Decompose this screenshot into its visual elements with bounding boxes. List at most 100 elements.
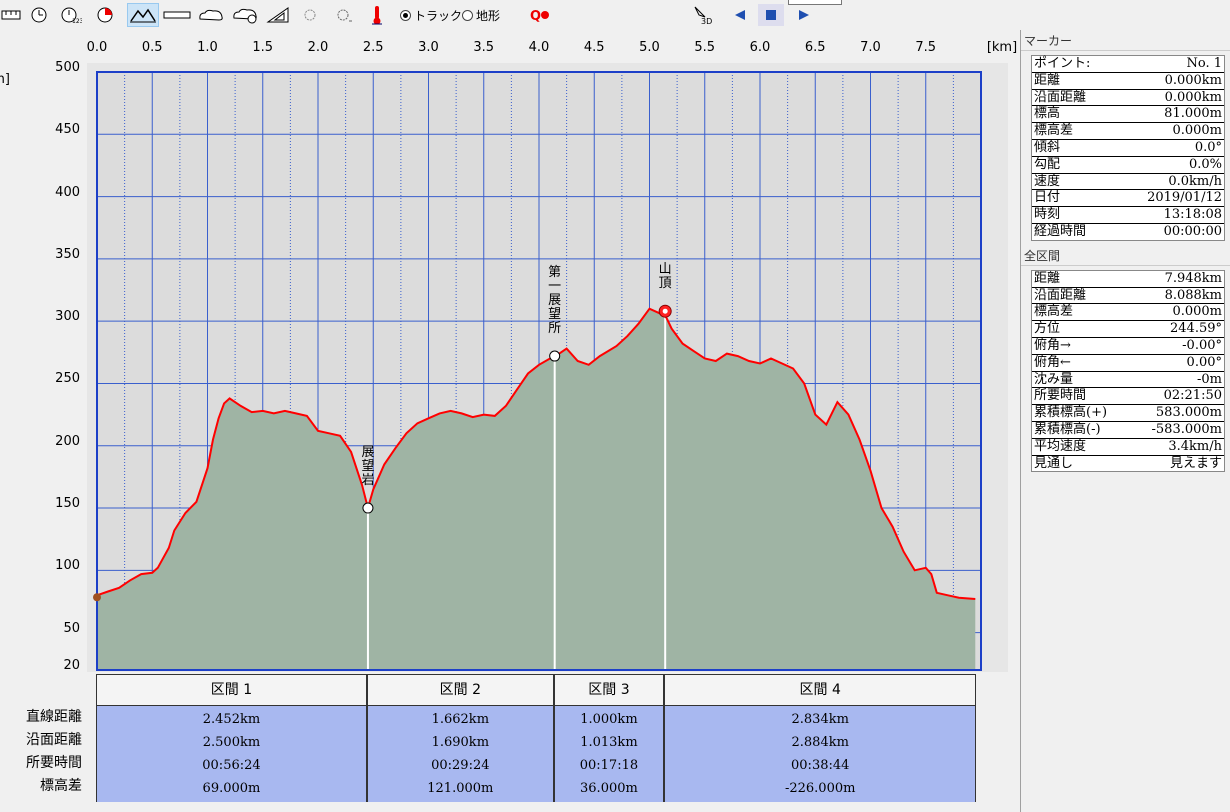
property-label: 速度 xyxy=(1034,173,1061,189)
segment-column[interactable]: 区間 4 2.834km 2.884km 00:38:44 -226.000m xyxy=(664,674,977,802)
track-radio[interactable]: トラック xyxy=(400,7,462,24)
property-value: -0m xyxy=(1197,371,1222,387)
terrain-radio-label: 地形 xyxy=(476,9,501,23)
property-label: 沿面距離 xyxy=(1034,287,1087,303)
segment-row-label: 直線距離 xyxy=(26,709,82,725)
property-row: 俯角← 0.00° xyxy=(1032,355,1224,372)
property-row: 傾斜 0.0° xyxy=(1032,140,1224,157)
clock-icon[interactable] xyxy=(28,4,50,26)
property-row: 平均速度 3.4km/h xyxy=(1032,439,1224,456)
segment-body: 1.662km 1.690km 00:29:24 121.000m xyxy=(367,706,553,802)
property-value: 81.000m xyxy=(1164,106,1222,122)
segment-cell: 1.690km xyxy=(431,735,490,750)
segment-column[interactable]: 区間 3 1.000km 1.013km 00:17:18 36.000m xyxy=(553,674,665,802)
rewind-icon[interactable] xyxy=(728,4,752,26)
property-label: 経過時間 xyxy=(1034,223,1087,239)
segment-row-label: 沿面距離 xyxy=(26,732,82,748)
segment-cell: 2.452km xyxy=(202,712,261,727)
waypoint-marker xyxy=(362,502,374,514)
property-value: -583.000m xyxy=(1151,421,1222,437)
property-label: ポイント: xyxy=(1034,56,1091,71)
segment-cell: 00:17:18 xyxy=(579,758,639,773)
triangle-ruler-icon[interactable] xyxy=(264,4,292,26)
property-row: 沈み量 -0m xyxy=(1032,372,1224,389)
3d-label: 3D xyxy=(701,17,712,25)
property-value: 0.000km xyxy=(1164,72,1222,88)
property-row: 見通し 見えます xyxy=(1032,456,1224,472)
ruler-icon[interactable] xyxy=(0,4,22,26)
sun-icon[interactable] xyxy=(330,4,356,26)
property-row: 距離 7.948km xyxy=(1032,271,1224,288)
property-value: 00:00:00 xyxy=(1163,223,1222,239)
stop-icon[interactable] xyxy=(758,4,784,26)
thermometer-icon[interactable] xyxy=(366,4,388,26)
property-row: 累積標高(-) -583.000m xyxy=(1032,422,1224,439)
property-row: 標高 81.000m xyxy=(1032,106,1224,124)
segment-cell: 1.000km xyxy=(580,712,638,727)
property-label: 傾斜 xyxy=(1034,139,1061,155)
segment-body: 2.452km 2.500km 00:56:24 69.000m xyxy=(97,706,366,802)
segment-column[interactable]: 区間 2 1.662km 1.690km 00:29:24 121.000m xyxy=(366,674,554,802)
waypoint-label: 第一展望所 xyxy=(548,265,561,336)
property-label: 日付 xyxy=(1034,190,1061,206)
segment-column[interactable]: 区間 1 2.452km 2.500km 00:56:24 69.000m xyxy=(96,674,367,802)
property-row: 標高差 0.000m xyxy=(1032,304,1224,322)
property-label: 累積標高(+) xyxy=(1034,405,1108,421)
property-label: 勾配 xyxy=(1034,156,1061,172)
segment-cell: -226.000m xyxy=(784,781,856,796)
total-panel-title: 全区間 xyxy=(1021,245,1230,266)
cloud-group-icon[interactable] xyxy=(230,4,260,26)
svg-text:123: 123 xyxy=(72,18,82,24)
property-label: 見通し xyxy=(1034,455,1074,471)
property-value: 583.000m xyxy=(1155,405,1222,421)
property-row: 方位 244.59° xyxy=(1032,321,1224,338)
property-label: 距離 xyxy=(1034,270,1061,286)
property-row: 沿面距離 0.000km xyxy=(1032,90,1224,107)
property-row: 速度 0.0km/h xyxy=(1032,174,1224,191)
property-label: 時刻 xyxy=(1034,207,1061,223)
property-label: 俯角→ xyxy=(1034,337,1071,353)
counter-clock-icon[interactable]: 123 xyxy=(58,4,84,26)
property-value: 見えます xyxy=(1169,455,1222,471)
sun-dim-icon[interactable] xyxy=(298,4,322,26)
mountain-profile-icon[interactable] xyxy=(127,3,159,27)
terrain-radio[interactable]: 地形 xyxy=(462,7,500,24)
segment-cell: 1.013km xyxy=(580,735,638,750)
segment-row-label: 標高差 xyxy=(40,778,82,794)
property-value: 0.000km xyxy=(1164,89,1222,105)
property-row: 勾配 0.0% xyxy=(1032,157,1224,174)
play-icon[interactable] xyxy=(792,4,816,26)
property-label: 累積標高(-) xyxy=(1034,421,1101,437)
property-value: 3.4km/h xyxy=(1168,438,1222,454)
terrain-radio-circle[interactable] xyxy=(462,10,473,21)
track-radio-label: トラック xyxy=(414,9,463,23)
marker-panel-title: マーカー xyxy=(1021,30,1230,51)
track-radio-circle[interactable] xyxy=(400,10,411,21)
property-row: 沿面距離 8.088km xyxy=(1032,288,1224,305)
property-label: 標高差 xyxy=(1034,123,1074,139)
segment-header: 区間 1 xyxy=(97,675,366,706)
segment-cell: 00:56:24 xyxy=(202,758,261,773)
segment-cell: 2.500km xyxy=(202,735,261,750)
property-label: 所要時間 xyxy=(1034,388,1087,404)
property-label: 俯角← xyxy=(1034,354,1071,370)
cloud-icon[interactable] xyxy=(196,4,226,26)
property-value: 13:18:08 xyxy=(1163,207,1222,223)
property-label: 標高 xyxy=(1034,106,1061,122)
segment-cell: 36.000m xyxy=(580,781,638,796)
waypoint-label: 展望岩 xyxy=(361,445,374,488)
slider-field[interactable] xyxy=(788,0,842,5)
pie-icon[interactable] xyxy=(94,4,116,26)
segment-header: 区間 4 xyxy=(665,675,976,706)
segment-cell: 1.662km xyxy=(431,712,490,727)
flat-bar-icon[interactable] xyxy=(162,4,192,26)
waypoint-label: 山頂 xyxy=(659,262,672,291)
property-value: 7.948km xyxy=(1164,270,1222,286)
segment-cell: 2.834km xyxy=(791,712,849,727)
property-value: 244.59° xyxy=(1170,321,1222,337)
segment-cell: 2.884km xyxy=(791,735,849,750)
summit-marker-center xyxy=(662,308,668,314)
marker-icon[interactable]: Q xyxy=(528,4,554,26)
property-row: ポイント: No. 1 xyxy=(1032,56,1224,73)
3d-icon[interactable]: 3D xyxy=(690,4,716,26)
